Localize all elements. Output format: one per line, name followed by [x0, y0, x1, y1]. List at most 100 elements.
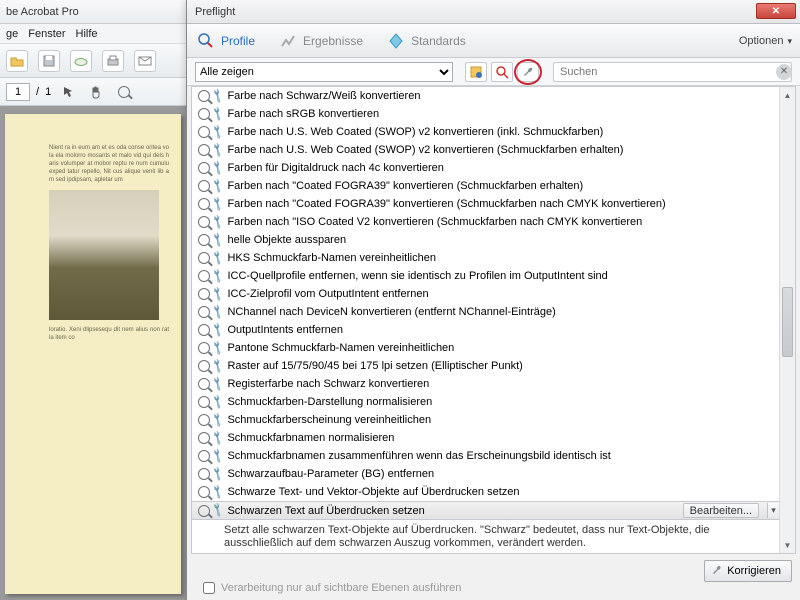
list-item[interactable]: 🔧Pantone Schmuckfarb-Namen vereinheitlic…	[192, 339, 779, 357]
options-menu[interactable]: Optionen	[739, 24, 792, 58]
list-item[interactable]: 🔧HKS Schmuckfarb-Namen vereinheitlichen	[192, 249, 779, 267]
magnifier-icon	[198, 108, 210, 120]
list-item[interactable]: 🔧Schmuckfarbnamen zusammenführen wenn da…	[192, 447, 779, 465]
acrobat-menubar: ge Fenster Hilfe	[0, 24, 186, 44]
row-icons: 🔧	[198, 306, 223, 318]
list-item[interactable]: 🔧Farbe nach U.S. Web Coated (SWOP) v2 ko…	[192, 141, 779, 159]
filter-btn-2-icon[interactable]	[491, 62, 513, 82]
list-item-label: Schwarzaufbau-Parameter (BG) entfernen	[227, 468, 434, 480]
list-item-label: Schmuckfarbnamen zusammenführen wenn das…	[227, 450, 610, 462]
menu-item[interactable]: Hilfe	[76, 28, 98, 40]
list-item[interactable]: 🔧Farbe nach sRGB konvertieren	[192, 105, 779, 123]
page-text: loratio. Xeni dlipsesequ dit nem alius n…	[49, 326, 169, 342]
row-icons: 🔧	[198, 270, 223, 282]
tab-standards[interactable]: Standards	[387, 32, 466, 50]
checkbox-input[interactable]	[203, 582, 215, 594]
edit-button[interactable]: Bearbeiten...	[683, 503, 759, 518]
list-item[interactable]: 🔧Schmuckfarberscheinung vereinheitlichen	[192, 411, 779, 429]
magnifier-icon	[198, 486, 210, 498]
save-icon[interactable]	[38, 50, 60, 72]
list-item-label: Schwarzen Text auf Überdrucken setzen	[227, 505, 424, 517]
dialog-tabbar: Profile Ergebnisse Standards Optionen	[187, 24, 800, 58]
row-icons: 🔧	[198, 180, 223, 192]
magnifier-icon	[198, 216, 210, 228]
row-icons: 🔧	[198, 234, 223, 246]
button-label: Korrigieren	[727, 565, 781, 577]
visible-layers-checkbox[interactable]: Verarbeitung nur auf sichtbare Ebenen au…	[203, 582, 461, 594]
pdf-page[interactable]: Nient ra in eum am et es oda conse orite…	[5, 114, 181, 594]
list-item[interactable]: 🔧Registerfarbe nach Schwarz konvertieren	[192, 375, 779, 393]
profile-list: 🔧Farbe nach Schwarz/Weiß konvertieren🔧Fa…	[191, 86, 796, 554]
magnifier-icon	[198, 270, 210, 282]
close-icon[interactable]: ✕	[756, 3, 796, 19]
magnifier-icon	[198, 144, 210, 156]
list-item-label: helle Objekte aussparen	[227, 234, 346, 246]
list-item-label: Farben nach "Coated FOGRA39" konvertiere…	[227, 198, 665, 210]
magnifier-icon	[198, 450, 210, 462]
magnifier-icon	[198, 252, 210, 264]
filter-bar: Alle zeigen ✕	[187, 58, 800, 86]
list-item-label: Schmuckfarbnamen normalisieren	[227, 432, 394, 444]
list-item-label: ICC-Zielprofil vom OutputIntent entferne…	[227, 288, 428, 300]
list-item[interactable]: 🔧Schmuckfarbnamen normalisieren	[192, 429, 779, 447]
list-item[interactable]: 🔧Farbe nach Schwarz/Weiß konvertieren	[192, 87, 779, 105]
list-item[interactable]: 🔧 NChannel nach DeviceN konvertieren (ent…	[192, 303, 779, 321]
list-item[interactable]: 🔧Farben nach "ISO Coated V2 konvertieren…	[192, 213, 779, 231]
row-icons: 🔧	[198, 216, 223, 228]
profile-icon	[197, 32, 215, 50]
tab-label: Profile	[221, 34, 255, 48]
list-item-label: Schmuckfarberscheinung vereinheitlichen	[227, 414, 431, 426]
list-item[interactable]: 🔧Farben für Digitaldruck nach 4c konvert…	[192, 159, 779, 177]
row-icons: 🔧	[198, 324, 223, 336]
list-item[interactable]: 🔧Schwarzaufbau-Parameter (BG) entfernen	[192, 465, 779, 483]
list-item-label: NChannel nach DeviceN konvertieren (entf…	[227, 306, 555, 318]
list-item[interactable]: 🔧Schwarzen Text auf Überdrucken setzenBe…	[192, 501, 779, 520]
magnifier-icon	[198, 126, 210, 138]
dialog-titlebar[interactable]: Preflight ✕	[187, 0, 800, 24]
filter-combo[interactable]: Alle zeigen	[195, 62, 453, 82]
scroll-down-icon[interactable]: ▼	[780, 537, 795, 553]
list-item[interactable]: 🔧Schmuckfarben-Darstellung normalisieren	[192, 393, 779, 411]
list-item[interactable]: 🔧 ICC-Zielprofil vom OutputIntent entfern…	[192, 285, 779, 303]
open-icon[interactable]	[6, 50, 28, 72]
print-icon[interactable]	[102, 50, 124, 72]
list-item-label: Farbe nach U.S. Web Coated (SWOP) v2 kon…	[227, 126, 603, 138]
page-number-input[interactable]	[6, 83, 30, 101]
search-input[interactable]	[553, 62, 792, 82]
filter-btn-wrench-icon[interactable]	[517, 62, 539, 82]
tab-profile[interactable]: Profile	[197, 32, 255, 50]
page-separator: /	[36, 86, 39, 98]
email-icon[interactable]	[134, 50, 156, 72]
magnifier-icon	[198, 90, 210, 102]
clear-search-icon[interactable]: ✕	[776, 64, 792, 80]
select-tool-icon[interactable]	[57, 82, 79, 102]
filter-btn-1-icon[interactable]	[465, 62, 487, 82]
list-item[interactable]: 🔧ICC-Quellprofile entfernen, wenn sie id…	[192, 267, 779, 285]
row-icons: 🔧	[198, 288, 223, 300]
page-text: Nient ra in eum am et es oda conse orite…	[49, 144, 169, 184]
menu-item[interactable]: ge	[6, 28, 18, 40]
hand-tool-icon[interactable]	[85, 82, 107, 102]
list-item[interactable]: 🔧 OutputIntents entfernen	[192, 321, 779, 339]
menu-item[interactable]: Fenster	[28, 28, 65, 40]
list-item-label: OutputIntents entfernen	[227, 324, 343, 336]
row-icons: 🔧	[198, 342, 223, 354]
zoom-tool-icon[interactable]	[113, 82, 135, 102]
cloud-icon[interactable]	[70, 50, 92, 72]
magnifier-icon	[198, 288, 210, 300]
tab-results[interactable]: Ergebnisse	[279, 32, 363, 50]
magnifier-icon	[198, 414, 210, 426]
magnifier-icon	[198, 162, 210, 174]
list-item[interactable]: 🔧Farbe nach U.S. Web Coated (SWOP) v2 ko…	[192, 123, 779, 141]
correct-button[interactable]: Korrigieren	[704, 560, 792, 582]
scrollbar[interactable]: ▲ ▼	[779, 87, 795, 553]
list-item[interactable]: 🔧Farben nach "Coated FOGRA39" konvertier…	[192, 195, 779, 213]
scrollbar-thumb[interactable]	[782, 287, 793, 357]
list-item[interactable]: 🔧Raster auf 15/75/90/45 bei 175 lpi setz…	[192, 357, 779, 375]
scroll-up-icon[interactable]: ▲	[780, 87, 795, 103]
list-item[interactable]: 🔧Schwarze Text- und Vektor-Objekte auf Ü…	[192, 483, 779, 501]
list-item-label: Farbe nach sRGB konvertieren	[227, 108, 379, 120]
list-item[interactable]: 🔧Farben nach "Coated FOGRA39" konvertier…	[192, 177, 779, 195]
list-item[interactable]: 🔧 helle Objekte aussparen	[192, 231, 779, 249]
edit-dropdown-icon[interactable]: ▾	[767, 503, 779, 518]
